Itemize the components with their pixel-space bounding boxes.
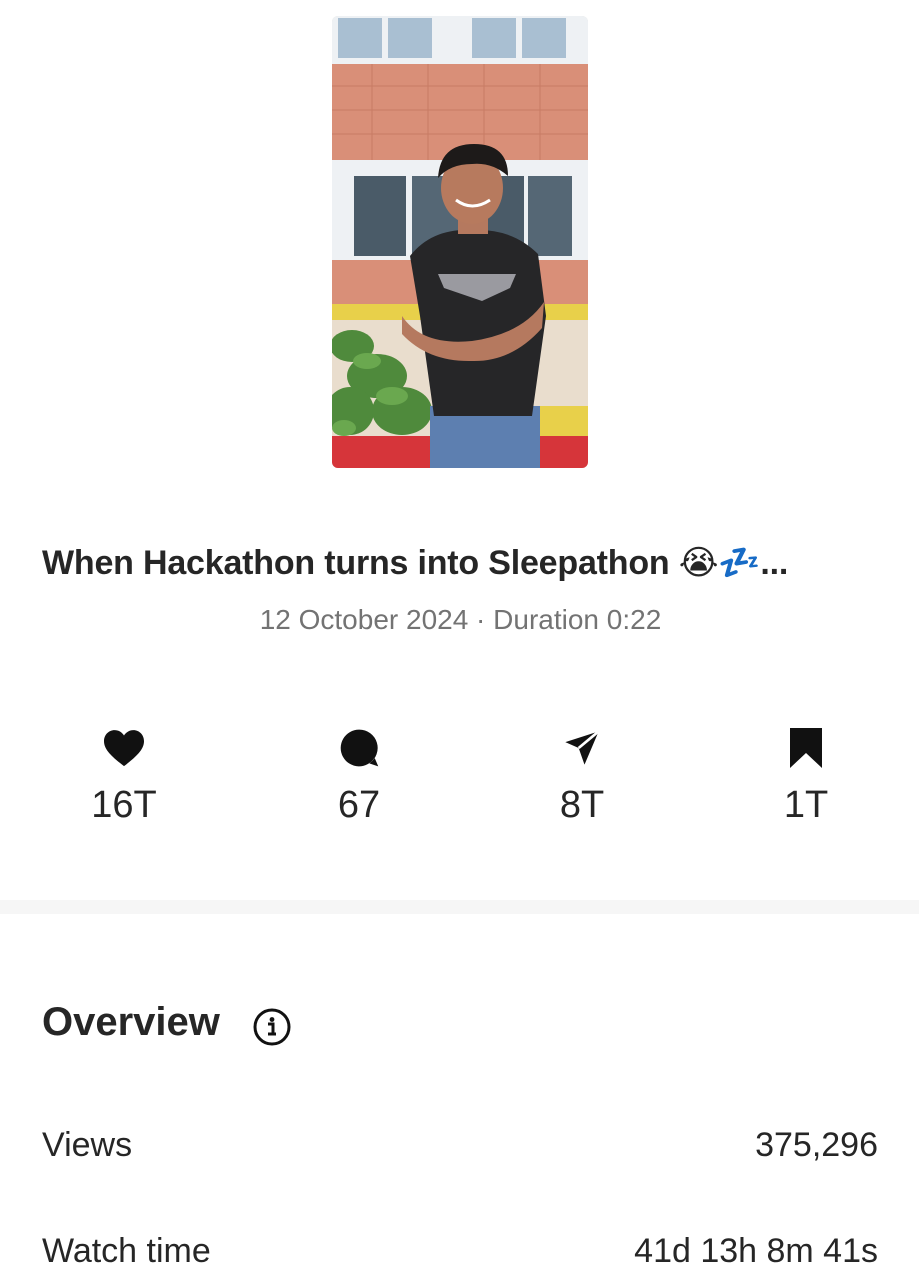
overview-row-watch-time: Watch time 41d 13h 8m 41s (42, 1232, 878, 1271)
saves-count: 1T (783, 784, 829, 826)
meta-separator: · (468, 604, 494, 635)
shares-stat[interactable]: 8T (502, 724, 662, 827)
watch-time-label: Watch time (42, 1232, 211, 1270)
duration-label: Duration (493, 604, 600, 635)
comment-icon (279, 724, 439, 772)
section-divider (0, 900, 919, 914)
engagement-stats: 16T 67 8T 1T (0, 724, 919, 834)
reel-thumbnail[interactable] (332, 16, 588, 468)
watch-time-value: 41d 13h 8m 41s (634, 1232, 878, 1270)
post-caption: When Hackathon turns into Sleepathon 😭💤.… (42, 544, 789, 582)
heart-icon (44, 724, 204, 772)
post-meta: 12 October 2024 · Duration 0:22 (0, 604, 919, 636)
overview-heading: Overview (42, 1000, 220, 1044)
comments-stat[interactable]: 67 (279, 724, 439, 827)
likes-stat[interactable]: 16T (44, 724, 204, 827)
post-date: 12 October 2024 (259, 604, 469, 635)
shares-count: 8T (559, 784, 605, 826)
saves-stat[interactable]: 1T (726, 724, 886, 827)
send-icon (502, 724, 662, 772)
overview-row-views: Views 375,296 (42, 1126, 878, 1165)
duration-value: 0:22 (606, 604, 662, 635)
info-icon[interactable] (252, 1007, 292, 1047)
likes-count: 16T (91, 784, 157, 826)
bookmark-icon (726, 724, 886, 772)
thumbnail-image (332, 16, 588, 468)
views-value: 375,296 (755, 1126, 878, 1164)
views-label: Views (42, 1126, 133, 1164)
comments-count: 67 (337, 784, 381, 826)
